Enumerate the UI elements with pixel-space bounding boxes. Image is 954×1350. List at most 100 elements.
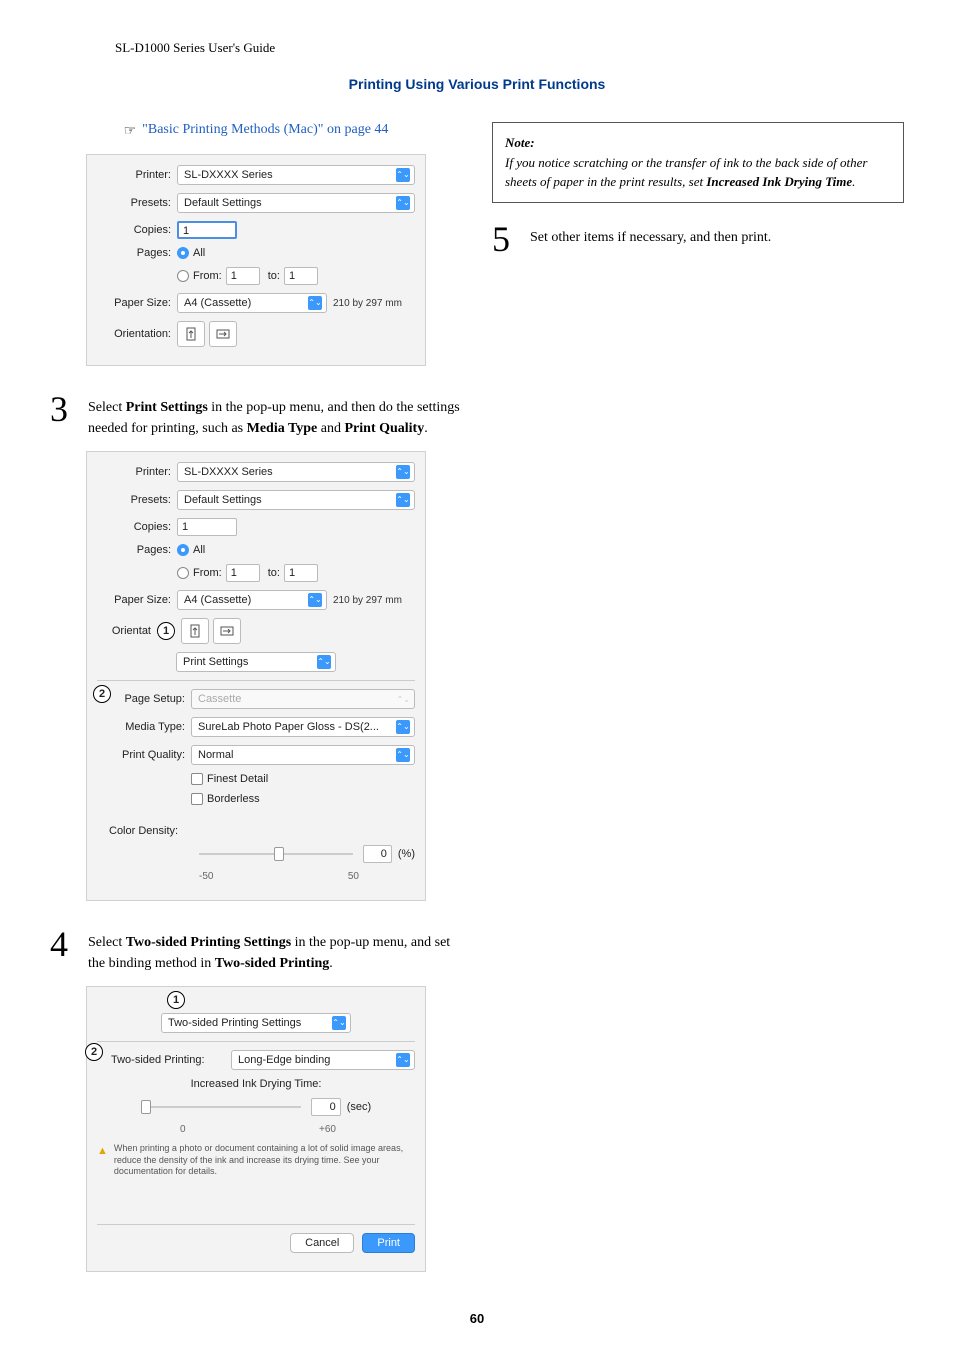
from-label: From: — [193, 270, 222, 282]
printer-value: SL-DXXXX Series — [184, 169, 273, 181]
dropdown-arrow-icon: ⌃⌄ — [396, 493, 410, 507]
dropdown-arrow-icon: ⌃⌄ — [396, 196, 410, 210]
printer-select[interactable]: SL-DXXXX Series ⌃⌄ — [177, 462, 415, 482]
paper-size-dimension: 210 by 297 mm — [333, 595, 402, 606]
dropdown-arrow-icon: ⌃⌄ — [396, 465, 410, 479]
print-dialog-figure-1: Printer: SL-DXXXX Series ⌃⌄ Presets: Def… — [86, 154, 426, 366]
print-quality-select[interactable]: Normal ⌃⌄ — [191, 745, 415, 765]
step-5-text: Set other items if necessary, and then p… — [530, 221, 771, 257]
from-input[interactable]: 1 — [226, 267, 260, 285]
page-setup-value: Cassette — [198, 693, 241, 705]
note-box: Note: If you notice scratching or the tr… — [492, 122, 904, 203]
presets-select[interactable]: Default Settings ⌃⌄ — [177, 193, 415, 213]
pages-all-label: All — [193, 544, 205, 556]
pages-all-radio[interactable] — [177, 544, 189, 556]
dropdown-arrow-icon: ⌃⌄ — [317, 655, 331, 669]
media-type-label: Media Type: — [101, 721, 191, 733]
printer-label: Printer: — [97, 169, 177, 181]
dropdown-arrow-icon: ⌃⌄ — [308, 593, 322, 607]
pages-label: Pages: — [97, 247, 177, 259]
ink-drying-time-slider[interactable] — [141, 1100, 301, 1114]
ink-drying-time-value[interactable]: 0 — [311, 1098, 341, 1116]
two-sided-printing-label: Two-sided Printing: — [111, 1054, 231, 1066]
drying-min: 0 — [176, 1124, 256, 1135]
media-type-value: SureLab Photo Paper Gloss - DS(2... — [198, 721, 379, 733]
finest-detail-label: Finest Detail — [207, 773, 268, 785]
orientation-landscape-button[interactable] — [213, 618, 241, 644]
page-setup-select: Cassette ⌃⌄ — [191, 689, 415, 709]
to-input[interactable]: 1 — [284, 564, 318, 582]
dropdown-arrow-icon: ⌃⌄ — [396, 748, 410, 762]
callout-2: 2 — [85, 1043, 103, 1061]
color-density-value[interactable]: 0 — [363, 845, 392, 863]
orientation-label: Orientation: — [97, 328, 177, 340]
printer-select[interactable]: SL-DXXXX Series ⌃⌄ — [177, 165, 415, 185]
copies-input[interactable]: 1 — [177, 518, 237, 536]
ink-drying-time-label: Increased Ink Drying Time: — [191, 1078, 322, 1090]
orientation-portrait-button[interactable] — [177, 321, 205, 347]
borderless-checkbox[interactable] — [191, 793, 203, 805]
print-button[interactable]: Print — [362, 1233, 415, 1253]
orientation-label-truncated: Orientat — [97, 625, 157, 637]
color-density-unit: (%) — [398, 848, 415, 860]
orientation-portrait-button[interactable] — [181, 618, 209, 644]
media-type-select[interactable]: SureLab Photo Paper Gloss - DS(2... ⌃⌄ — [191, 717, 415, 737]
dropdown-arrow-icon: ⌃⌄ — [396, 720, 410, 734]
cross-reference-link[interactable]: "Basic Printing Methods (Mac)" on page 4… — [142, 122, 388, 138]
color-density-slider[interactable] — [199, 847, 353, 861]
hand-icon: ☞ — [124, 122, 137, 139]
step-number-3: 3 — [50, 391, 76, 439]
step-3-text: Select Print Settings in the pop-up menu… — [88, 391, 462, 439]
copies-label: Copies: — [97, 224, 177, 236]
page-number: 60 — [0, 1311, 954, 1326]
ink-drying-time-unit: (sec) — [347, 1101, 371, 1113]
paper-size-value: A4 (Cassette) — [184, 297, 251, 309]
step-4-text: Select Two-sided Printing Settings in th… — [88, 926, 462, 974]
copies-label: Copies: — [97, 521, 177, 533]
to-label: to: — [268, 270, 280, 282]
presets-value: Default Settings — [184, 197, 262, 209]
paper-size-label: Paper Size: — [97, 594, 177, 606]
from-input[interactable]: 1 — [226, 564, 260, 582]
two-sided-printing-value: Long-Edge binding — [238, 1054, 330, 1066]
paper-size-select[interactable]: A4 (Cassette) ⌃⌄ — [177, 590, 327, 610]
presets-value: Default Settings — [184, 494, 262, 506]
pages-label: Pages: — [97, 544, 177, 556]
callout-1: 1 — [157, 622, 175, 640]
dropdown-arrow-icon: ⌃⌄ — [396, 168, 410, 182]
color-density-label: Color Density: — [101, 825, 199, 837]
print-quality-label: Print Quality: — [101, 749, 191, 761]
dropdown-arrow-icon: ⌃⌄ — [397, 695, 410, 704]
pages-from-radio[interactable] — [177, 567, 189, 579]
orientation-landscape-button[interactable] — [209, 321, 237, 347]
pages-from-radio[interactable] — [177, 270, 189, 282]
step-number-5: 5 — [492, 221, 518, 257]
note-title: Note: — [505, 135, 535, 150]
to-input[interactable]: 1 — [284, 267, 318, 285]
presets-select[interactable]: Default Settings ⌃⌄ — [177, 490, 415, 510]
from-label: From: — [193, 567, 222, 579]
page-setup-label: Page Setup: — [101, 693, 191, 705]
dropdown-arrow-icon: ⌃⌄ — [332, 1016, 346, 1030]
print-quality-value: Normal — [198, 749, 233, 761]
warning-icon: ▲ — [97, 1144, 108, 1158]
two-sided-printing-select[interactable]: Long-Edge binding ⌃⌄ — [231, 1050, 415, 1070]
to-label: to: — [268, 567, 280, 579]
panel-popup-select[interactable]: Two-sided Printing Settings ⌃⌄ — [161, 1013, 351, 1033]
document-title: SL-D1000 Series User's Guide — [115, 40, 904, 56]
presets-label: Presets: — [97, 197, 177, 209]
panel-popup-value: Print Settings — [183, 656, 248, 668]
callout-1: 1 — [167, 991, 185, 1009]
panel-popup-value: Two-sided Printing Settings — [168, 1017, 301, 1029]
callout-2: 2 — [93, 685, 111, 703]
pages-all-radio[interactable] — [177, 247, 189, 259]
cancel-button[interactable]: Cancel — [290, 1233, 354, 1253]
dropdown-arrow-icon: ⌃⌄ — [308, 296, 322, 310]
finest-detail-checkbox[interactable] — [191, 773, 203, 785]
paper-size-select[interactable]: A4 (Cassette) ⌃⌄ — [177, 293, 327, 313]
paper-size-label: Paper Size: — [97, 297, 177, 309]
two-sided-dialog-figure: 1 Two-sided Printing Settings ⌃⌄ 2 Two-s… — [86, 986, 426, 1272]
panel-popup-select[interactable]: Print Settings ⌃⌄ — [176, 652, 336, 672]
presets-label: Presets: — [97, 494, 177, 506]
copies-input[interactable]: 1 — [177, 221, 237, 239]
